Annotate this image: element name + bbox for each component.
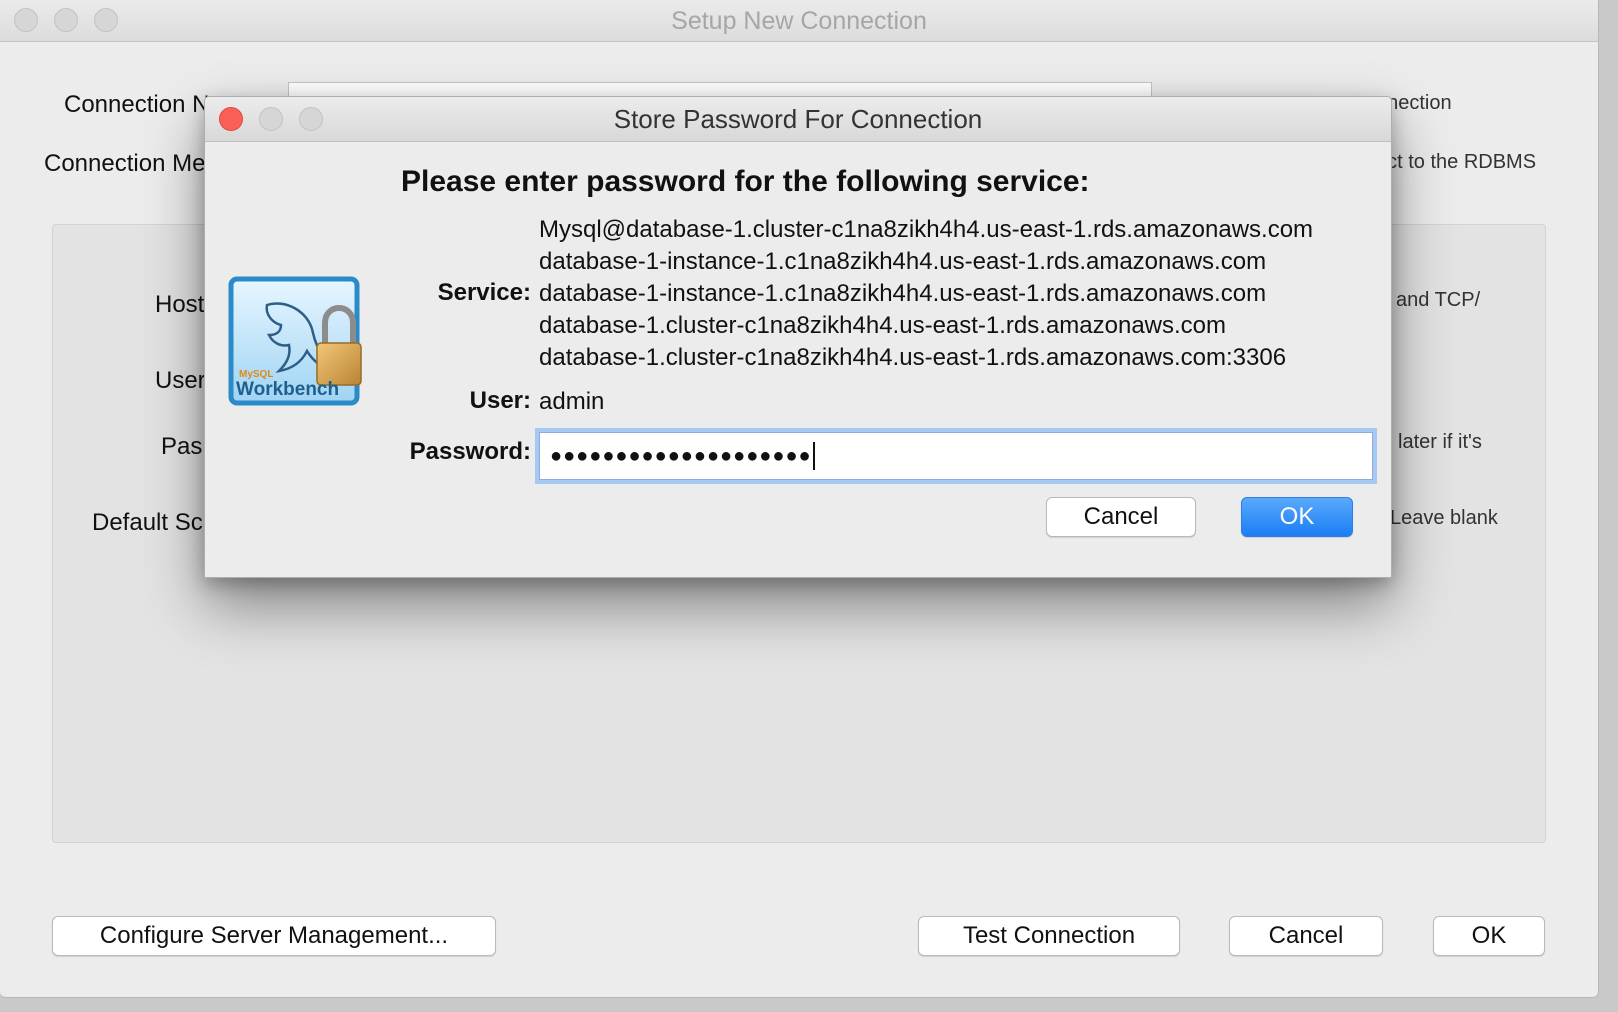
user-value: admin — [539, 388, 605, 415]
password-input[interactable]: ●●●●●●●●●●●●●●●●●●●● — [539, 432, 1373, 480]
dialog-title: Store Password For Connection — [613, 104, 983, 134]
service-label-cell: Service: — [355, 277, 531, 311]
service-entry: database-1.cluster-c1na8zikh4h4.us-east-… — [539, 344, 1287, 371]
user-label-cell: User: — [355, 387, 531, 421]
service-list: Mysql@database-1.cluster-c1na8zikh4h4.us… — [539, 214, 1313, 374]
connection-method-hint: ect to the RDBMS — [1376, 151, 1537, 173]
connection-name-label: Connection N — [64, 91, 210, 118]
store-password-dialog: Store Password For Connection MySQL Work… — [204, 96, 1392, 578]
password-hint: later if it's — [1398, 431, 1482, 453]
dialog-titlebar: Store Password For Connection — [205, 97, 1391, 142]
password-label-cell: Password: — [355, 438, 531, 472]
dialog-password-label: Password: — [409, 438, 531, 465]
logo-workbench-text: Workbench — [236, 379, 340, 400]
configure-server-management-button[interactable]: Configure Server Management... — [52, 916, 496, 956]
hostname-hint: and TCP/ — [1396, 289, 1481, 311]
user-label: User: — [469, 387, 531, 414]
cancel-button[interactable]: Cancel — [1229, 916, 1383, 956]
dialog-cancel-button[interactable]: Cancel — [1046, 497, 1196, 537]
service-label: Service: — [437, 279, 531, 306]
service-entry: database-1.cluster-c1na8zikh4h4.us-east-… — [539, 312, 1227, 339]
window-title: Setup New Connection — [671, 7, 927, 35]
test-connection-button[interactable]: Test Connection — [918, 916, 1180, 956]
dialog-ok-button[interactable]: OK — [1241, 497, 1353, 537]
dialog-heading: Please enter password for the following … — [401, 165, 1090, 198]
default-schema-label: Default Sc — [92, 509, 203, 536]
password-mask: ●●●●●●●●●●●●●●●●●●●● — [550, 444, 812, 467]
default-schema-hint: Leave blank — [1390, 507, 1498, 529]
service-entry: database-1-instance-1.c1na8zikh4h4.us-ea… — [539, 280, 1267, 307]
username-label: User — [155, 367, 206, 394]
hostname-label: Host — [155, 291, 205, 318]
ok-button[interactable]: OK — [1433, 916, 1545, 956]
text-caret — [812, 442, 815, 470]
password-label: Pas — [161, 433, 203, 460]
connection-method-label: Connection Me — [44, 150, 206, 177]
service-entry: Mysql@database-1.cluster-c1na8zikh4h4.us… — [539, 216, 1314, 243]
window-titlebar: Setup New Connection — [0, 0, 1598, 42]
service-entry: database-1-instance-1.c1na8zikh4h4.us-ea… — [539, 248, 1267, 275]
